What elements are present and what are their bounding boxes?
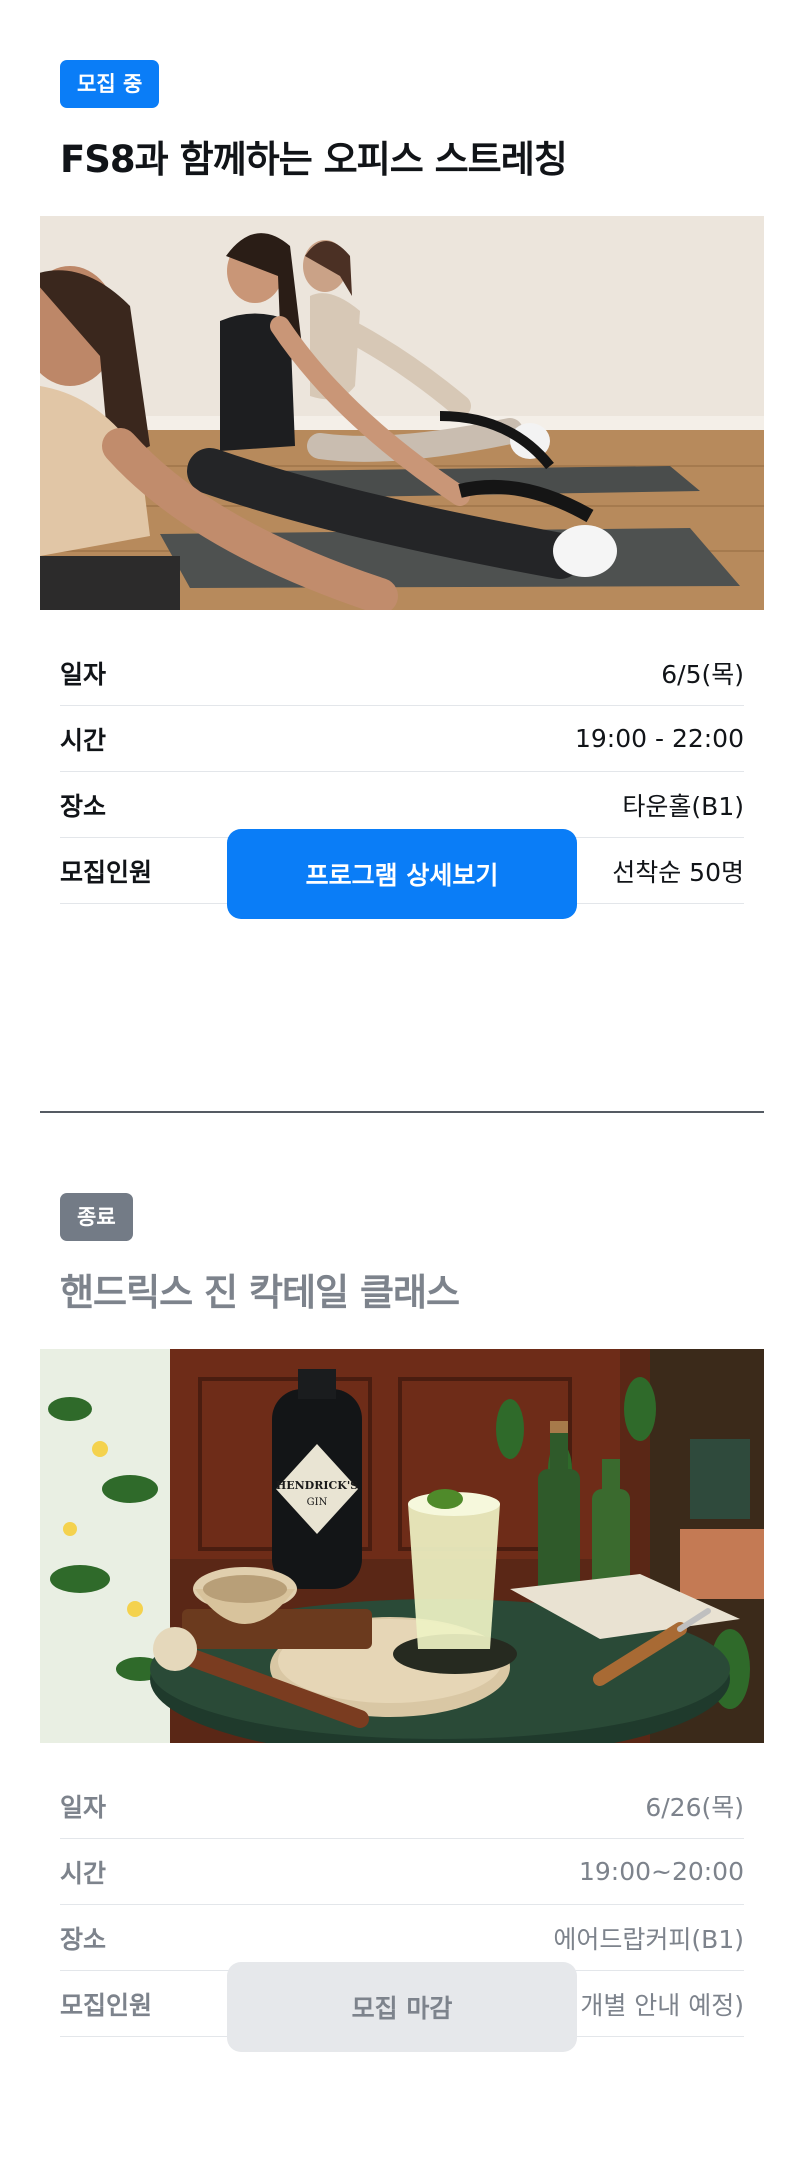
detail-label: 시간	[60, 725, 107, 755]
detail-label: 모집인원	[60, 1990, 153, 2020]
bottle-label-subtext: GIN	[307, 1497, 328, 1508]
detail-label: 장소	[60, 1924, 107, 1954]
program-photo-cocktail: HENDRICK'S GIN	[40, 1349, 764, 1743]
detail-row-date: 일자 6/5(목)	[60, 640, 744, 706]
yoga-stretching-illustration	[40, 216, 764, 610]
detail-row-time: 시간 19:00~20:00	[60, 1839, 744, 1905]
detail-value: 19:00~20:00	[578, 1857, 744, 1886]
detail-value: 6/26(목)	[645, 1792, 744, 1822]
detail-label: 일자	[60, 1792, 107, 1822]
detail-value: 에어드랍커피(B1)	[553, 1924, 744, 1954]
program-photo-stretching	[40, 216, 764, 610]
program-list-page: 모집 중 FS8과 함께하는 오피스 스트레칭 일자 6/5(목) 시간 19:…	[0, 0, 804, 2184]
program-detail-button[interactable]: 프로그램 상세보기	[227, 829, 577, 919]
detail-value: 19:00 - 22:00	[574, 724, 744, 753]
detail-value: 타운홀(B1)	[622, 791, 744, 821]
detail-value: 선착순 50명	[612, 857, 744, 887]
recruitment-closed-button[interactable]: 모집 마감	[227, 1962, 577, 2052]
program-title: FS8과 함께하는 오피스 스트레칭	[60, 138, 568, 181]
detail-value: 6/5(목)	[661, 659, 744, 689]
detail-label: 시간	[60, 1858, 107, 1888]
detail-row-date: 일자 6/26(목)	[60, 1773, 744, 1839]
detail-label: 장소	[60, 791, 107, 821]
detail-row-time: 시간 19:00 - 22:00	[60, 706, 744, 772]
status-badge: 모집 중	[60, 60, 160, 108]
status-badge: 종료	[60, 1193, 133, 1241]
bottle-label-text: HENDRICK'S	[276, 1479, 358, 1492]
program-title: 핸드릭스 진 칵테일 클래스	[60, 1271, 460, 1314]
section-divider	[40, 1111, 764, 1113]
detail-label: 일자	[60, 659, 107, 689]
detail-label: 모집인원	[60, 857, 153, 887]
gin-cocktail-illustration: HENDRICK'S GIN	[40, 1349, 764, 1743]
